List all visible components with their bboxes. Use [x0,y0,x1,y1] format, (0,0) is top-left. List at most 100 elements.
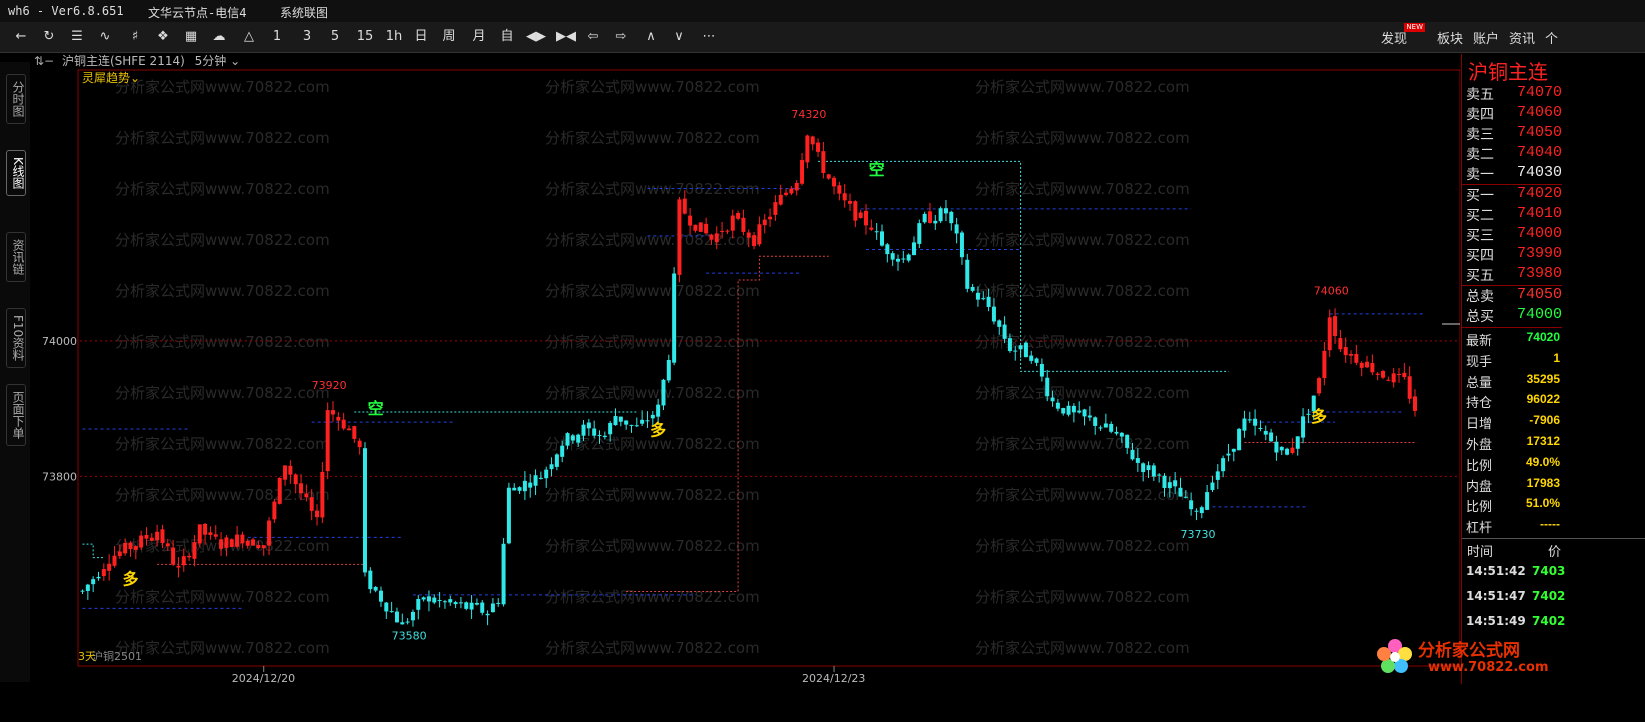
candle-body [1199,507,1204,514]
candle-body [331,410,336,415]
candle-body [832,177,837,187]
tick-time: 14:51:42 [1466,564,1526,578]
candle-body [288,465,293,475]
logo-url: www.70822.com [1428,660,1549,675]
candle-body [144,534,149,539]
candle-body [357,440,362,448]
candle-body [1370,363,1375,373]
candle-body [272,501,277,520]
ticks-price-header: 价 [1548,545,1562,560]
kline-chart[interactable]: 分析家公式网www.70822.com 分析家公式网www.70822.com 分析… [0,0,1460,722]
candle-body [117,551,122,557]
candle-body [485,613,490,616]
bid-row-value: 74020 [1516,185,1562,202]
candle-body [1103,423,1108,428]
candle-body [405,621,410,623]
watermark-text: 分析家公式网www.70822.com [115,78,330,96]
ask-row: 卖一 74030 [1462,164,1562,184]
candle-body [586,422,591,429]
candle-body [533,475,538,486]
candle-body [400,622,405,625]
candle-body [922,213,927,223]
watermark-text: 分析家公式网www.70822.com [975,537,1190,555]
tick-time: 14:51:47 [1466,589,1526,603]
candle-body [954,224,959,234]
candle-body [645,420,650,422]
candle-body [1274,441,1279,453]
watermark-text: 分析家公式网www.70822.com [115,486,330,504]
watermark-text: 分析家公式网www.70822.com [975,486,1190,504]
candle-body [794,182,799,191]
total-row-label: 总卖 [1466,289,1494,305]
candle-body [315,510,320,518]
candle-body [821,151,826,173]
watermark-text: 分析家公式网www.70822.com [115,333,330,351]
candle-body [123,542,128,554]
candle-body [474,602,479,605]
watermark-text: 分析家公式网www.70822.com [115,639,330,657]
candle-body [347,428,351,431]
trend-signal: 多 [650,421,666,440]
candle-body [565,433,570,446]
candle-body [155,531,160,541]
candle-body [880,231,884,246]
candle-body [741,217,746,232]
watermark-text: 分析家公式网www.70822.com [975,129,1190,147]
candle-body [133,546,138,550]
candle-body [490,603,495,613]
candle-body [80,590,85,592]
candle-body [842,193,847,201]
candle-body [698,222,703,232]
candle-body [277,477,282,504]
nav-account[interactable]: 账户 [1473,28,1499,47]
candle-body [634,425,639,427]
watermark-text: 分析家公式网www.70822.com [115,588,330,606]
watermark-text: 分析家公式网www.70822.com [975,333,1190,351]
indicator-name[interactable]: 灵犀趋势⌄ [82,71,140,85]
candle-body [240,534,245,544]
candle-body [991,306,996,322]
stat-row-label: 杠杆 [1466,521,1493,537]
candle-body [709,234,714,240]
stat-row-value: 49.0% [1525,454,1560,469]
candle-body [602,435,607,438]
candle-body [1407,376,1412,399]
nav-personal[interactable]: 个 [1545,28,1558,47]
candle-body [1338,338,1343,350]
stat-row-label: 内盘 [1466,479,1493,495]
chart-frame [77,69,1460,667]
nav-news[interactable]: 资讯 [1509,28,1535,47]
candle-body [906,254,911,261]
candle-body [128,542,133,550]
candle-body [666,360,671,381]
candle-body [203,523,208,535]
stat-row: 日增 -7906 [1462,413,1562,434]
candle-body [778,194,783,205]
candle-body [1130,449,1135,460]
bid-row: 买三 74000 [1462,225,1562,245]
candle-body [1381,370,1386,378]
candle-body [1279,446,1284,451]
candle-body [336,416,341,421]
candle-body [1365,361,1370,368]
candle-body [837,185,842,194]
candle-body [96,576,101,579]
candle-body [512,487,517,491]
watermark-text: 分析家公式网www.70822.com [115,435,330,453]
tick-price: 7402 [1532,589,1566,603]
candle-body [208,532,213,535]
total-row: 总买 74000 [1462,306,1562,326]
candle-body [650,414,655,419]
candle-body [1141,463,1146,473]
stat-row-label: 持仓 [1466,396,1493,412]
stat-row-label: 总量 [1466,375,1493,391]
candle-body [736,212,741,219]
candle-body [394,611,399,623]
candle-body [224,537,229,548]
candle-body [682,198,687,214]
candle-body [1258,427,1263,430]
candle-body [453,602,458,605]
candle-body [112,555,117,566]
candle-body [1253,418,1258,426]
candle-body [608,422,613,435]
